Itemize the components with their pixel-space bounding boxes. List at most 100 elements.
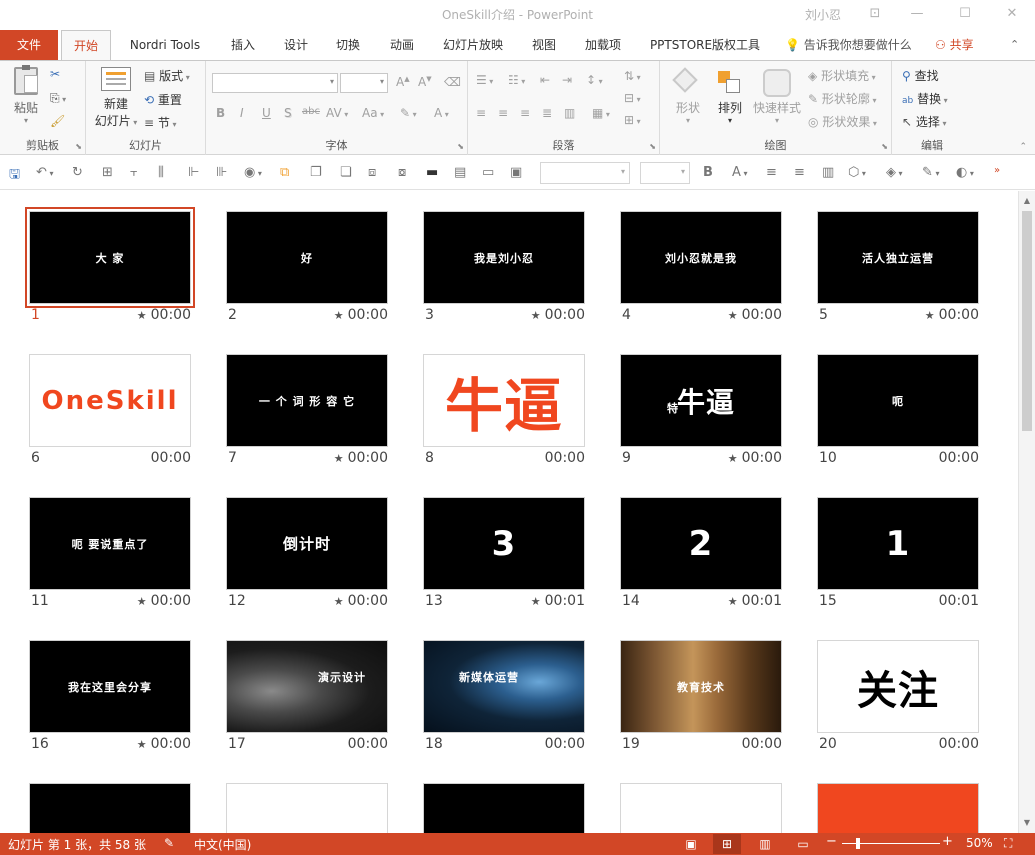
- minimize-button[interactable]: —: [902, 3, 932, 25]
- columns-icon[interactable]: ▦ ▾: [592, 106, 610, 120]
- decrease-indent-icon[interactable]: ⇤: [540, 73, 550, 87]
- cut-icon[interactable]: ✂: [50, 67, 60, 81]
- slide-thumbnail[interactable]: 我是刘小忍: [423, 211, 585, 304]
- shape-effects-button[interactable]: ◎ 形状效果 ▾: [808, 113, 877, 130]
- grow-font-icon[interactable]: A▲: [396, 75, 410, 89]
- tab-animations[interactable]: 动画: [380, 30, 424, 60]
- slide-thumbnail[interactable]: 特牛逼: [620, 354, 782, 447]
- slide-thumbnail[interactable]: 我在这里会分享: [29, 640, 191, 733]
- slide-thumbnail[interactable]: 关注: [226, 783, 388, 833]
- qat-font-combo[interactable]: ▾: [540, 162, 630, 184]
- slide-thumbnail[interactable]: 演示设计: [226, 640, 388, 733]
- animation-star-icon[interactable]: ★: [334, 452, 344, 465]
- paste-button[interactable]: 粘贴 ▾: [8, 65, 44, 125]
- drawing-launcher-icon[interactable]: ⬊: [881, 142, 888, 151]
- replace-button[interactable]: ab 替换 ▾: [902, 90, 948, 107]
- tab-transitions[interactable]: 切换: [326, 30, 370, 60]
- animation-star-icon[interactable]: ★: [728, 309, 738, 322]
- textbox-icon[interactable]: ▭: [482, 165, 494, 180]
- slide-thumbnail[interactable]: 牛逼: [423, 354, 585, 447]
- slide-thumbnail[interactable]: 呃 要说重点了: [29, 497, 191, 590]
- strikethrough-icon[interactable]: abc: [302, 106, 320, 117]
- shape-outline-button[interactable]: ✎ 形状轮廓 ▾: [808, 90, 876, 107]
- quick-styles-button[interactable]: 快速样式 ▾: [752, 69, 802, 125]
- tab-nordri-tools[interactable]: Nordri Tools: [118, 30, 212, 60]
- user-name[interactable]: 刘小忍: [805, 6, 841, 23]
- zoom-level[interactable]: 50%: [966, 836, 993, 850]
- group-icon[interactable]: ⧉: [280, 165, 289, 180]
- tab-pptstore[interactable]: PPTSTORE版权工具: [640, 30, 770, 60]
- numbering-icon[interactable]: ☷ ▾: [508, 73, 525, 87]
- qat-center-icon[interactable]: ≡: [766, 165, 777, 180]
- tab-home[interactable]: 开始: [61, 30, 111, 61]
- distribute-icon[interactable]: ⫼: [158, 165, 164, 180]
- animation-star-icon[interactable]: ★: [137, 738, 147, 751]
- italic-icon[interactable]: I: [240, 106, 244, 120]
- slide-thumbnail[interactable]: 关注: [620, 783, 782, 833]
- new-slide-button[interactable]: 新建 幻灯片 ▾: [92, 67, 140, 129]
- scroll-thumb[interactable]: [1022, 211, 1032, 431]
- format-painter-icon[interactable]: 🖌: [50, 114, 65, 128]
- reading-view-icon[interactable]: ▥: [751, 834, 779, 854]
- font-size-combo[interactable]: ▾: [340, 73, 388, 93]
- collapse-ribbon-icon[interactable]: ⌃: [1010, 30, 1019, 60]
- slide-thumbnail[interactable]: 倒计时: [226, 497, 388, 590]
- slide-thumbnail[interactable]: 快关注: [817, 783, 979, 833]
- qat-bold-icon[interactable]: B: [703, 165, 713, 180]
- qat-left-icon[interactable]: ≡: [794, 165, 805, 180]
- slide-thumbnail[interactable]: 教育技术: [620, 640, 782, 733]
- zoom-out-icon[interactable]: −: [826, 834, 837, 849]
- notes-icon[interactable]: ✎: [164, 836, 174, 850]
- align-top-icon[interactable]: ⫟: [130, 165, 138, 180]
- scroll-down-icon[interactable]: ▼: [1019, 815, 1035, 831]
- share-button[interactable]: ⚇ 共享: [935, 30, 974, 60]
- copy-icon[interactable]: ⎘ ▾: [50, 91, 66, 106]
- tell-me-search[interactable]: 💡 告诉我你想要做什么: [785, 30, 912, 60]
- qat-outline-icon[interactable]: ✎ ▾: [922, 165, 939, 180]
- redo-icon[interactable]: ↻: [72, 165, 83, 180]
- close-button[interactable]: ✕: [997, 3, 1027, 25]
- reset-button[interactable]: ⟲ 重置: [144, 91, 182, 108]
- section-button[interactable]: ≡ 节 ▾: [144, 114, 176, 131]
- font-name-combo[interactable]: ▾: [212, 73, 338, 93]
- tab-insert[interactable]: 插入: [220, 30, 266, 60]
- animation-star-icon[interactable]: ★: [728, 595, 738, 608]
- tab-design[interactable]: 设计: [274, 30, 318, 60]
- tab-slideshow[interactable]: 幻灯片放映: [432, 30, 514, 60]
- animation-star-icon[interactable]: ★: [728, 452, 738, 465]
- distributed-icon[interactable]: ▥: [564, 106, 575, 120]
- text-direction-icon[interactable]: ⇅ ▾: [624, 69, 641, 83]
- shadow-icon[interactable]: S: [284, 106, 292, 120]
- slide-thumbnail[interactable]: 活人独立运营: [817, 211, 979, 304]
- table-icon[interactable]: ▤: [454, 165, 466, 180]
- maximize-button[interactable]: ☐: [950, 3, 980, 25]
- paragraph-launcher-icon[interactable]: ⬊: [649, 142, 656, 151]
- shapes-button[interactable]: 形状 ▾: [670, 67, 706, 125]
- font-launcher-icon[interactable]: ⬊: [457, 142, 464, 151]
- slide-thumbnail[interactable]: 一 个 词 形 容 它: [226, 354, 388, 447]
- arrange-button[interactable]: 排列 ▾: [712, 69, 748, 125]
- shape-fill-button[interactable]: ◈ 形状填充 ▾: [808, 67, 876, 84]
- align-center-qat-icon[interactable]: ⊪: [216, 165, 227, 180]
- zoom-slider-knob[interactable]: [856, 838, 860, 849]
- qat-shape-icon[interactable]: ⬡ ▾: [848, 165, 866, 180]
- language-indicator[interactable]: 中文(中国): [194, 836, 251, 853]
- bullets-icon[interactable]: ☰ ▾: [476, 73, 493, 87]
- merge-shapes-icon[interactable]: ◉ ▾: [244, 165, 262, 180]
- justify-icon[interactable]: ≣: [542, 106, 552, 120]
- from-beginning-icon[interactable]: ⊞: [102, 165, 113, 180]
- slide-thumbnail[interactable]: 刘小忍就是我: [620, 211, 782, 304]
- tab-file[interactable]: 文件: [0, 30, 58, 60]
- slide-thumbnail[interactable]: 2: [620, 497, 782, 590]
- animation-star-icon[interactable]: ★: [531, 595, 541, 608]
- qat-size-combo[interactable]: ▾: [640, 162, 690, 184]
- slide-thumbnail[interactable]: OneSkill: [29, 354, 191, 447]
- fill-black-icon[interactable]: ▬: [426, 165, 438, 180]
- animation-star-icon[interactable]: ★: [334, 595, 344, 608]
- animation-star-icon[interactable]: ★: [925, 309, 935, 322]
- slide-thumbnail[interactable]: 关注: [817, 640, 979, 733]
- scroll-up-icon[interactable]: ▲: [1019, 193, 1035, 209]
- duplicate-icon[interactable]: ⧈: [368, 165, 376, 180]
- qat-effects-icon[interactable]: ◐ ▾: [956, 165, 974, 180]
- shrink-font-icon[interactable]: A▼: [418, 75, 432, 89]
